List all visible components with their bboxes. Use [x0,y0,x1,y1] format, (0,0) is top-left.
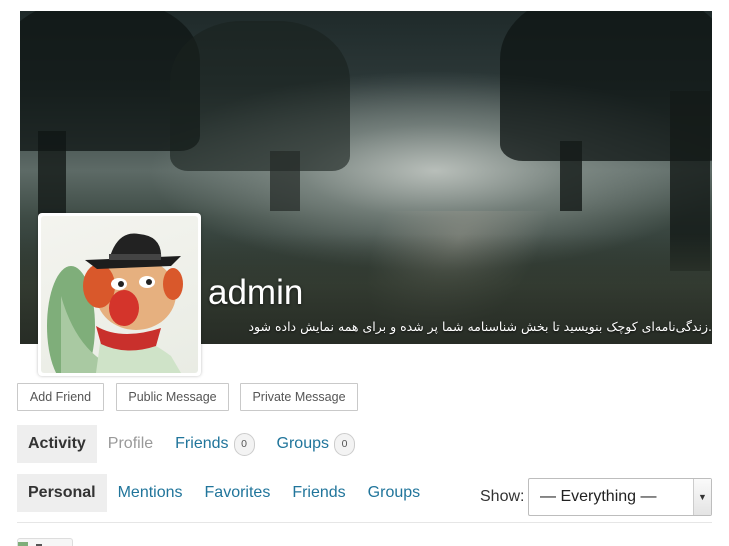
tab-label: Friends [175,435,229,452]
tab-activity[interactable]: Activity [17,425,97,463]
subtab-mentions[interactable]: Mentions [107,474,194,512]
profile-username: admin [208,273,304,312]
public-message-button[interactable]: Public Message [116,383,229,411]
tab-profile[interactable]: Profile [97,425,164,463]
activity-filter-value: — Everything — [540,488,657,505]
avatar-image [41,216,198,373]
subtab-groups[interactable]: Groups [357,474,431,512]
activity-item-avatar[interactable] [17,538,73,546]
subtab-label: Friends [292,484,346,501]
activity-filter-select[interactable]: — Everything — ▼ [528,478,712,516]
primary-nav: Activity Profile Friends 0 Groups 0 [17,425,366,463]
groups-count-badge: 0 [333,432,355,456]
tab-label: Activity [28,435,86,452]
profile-avatar[interactable] [38,213,201,376]
activity-filter-label: Show: [480,488,525,505]
subtab-label: Personal [28,484,96,501]
subtab-personal[interactable]: Personal [17,474,107,512]
friends-count-badge: 0 [233,432,255,456]
subtab-label: Groups [367,484,421,501]
tab-label: Groups [276,435,329,452]
tab-groups[interactable]: Groups 0 [266,425,366,463]
subtab-favorites[interactable]: Favorites [194,474,282,512]
secondary-nav: Personal Mentions Favorites Friends Grou… [17,474,431,512]
private-message-button[interactable]: Private Message [240,383,358,411]
subtab-label: Mentions [117,484,183,501]
add-friend-button[interactable]: Add Friend [17,383,104,411]
divider [17,522,712,523]
tab-friends[interactable]: Friends 0 [164,425,265,463]
tab-label: Profile [107,435,154,452]
chevron-down-icon[interactable]: ▼ [693,479,711,515]
subtab-label: Favorites [204,484,271,501]
profile-bio: .زندگی‌نامه‌ای کوچک بنویسید تا بخش شناسن… [248,319,712,334]
subtab-friends[interactable]: Friends [281,474,356,512]
